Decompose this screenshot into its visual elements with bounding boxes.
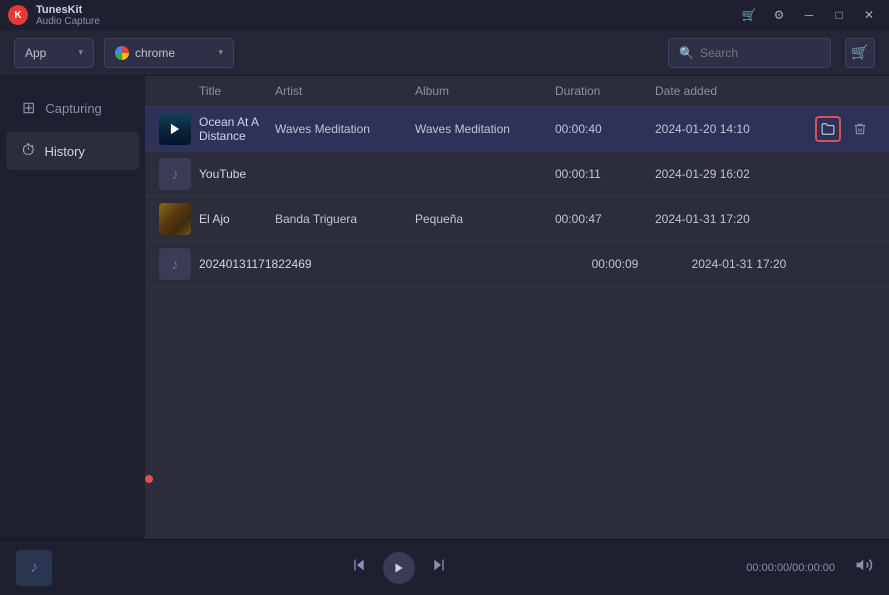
header-date-added: Date added — [655, 84, 815, 98]
play-overlay — [159, 113, 191, 145]
sidebar-item-capturing[interactable]: ⊞ Capturing — [6, 88, 139, 128]
row1-title-cell — [159, 113, 199, 145]
source-label: App — [25, 46, 46, 60]
settings-icon[interactable]: ⚙ — [767, 6, 791, 24]
table-body: Ocean At A Distance Waves Meditation Wav… — [145, 107, 889, 539]
row3-title-cell — [159, 203, 199, 235]
source-chevron: ▾ — [78, 47, 83, 58]
cart-icon[interactable]: 🛒 — [737, 6, 761, 24]
row2-title-cell: ♪ — [159, 158, 199, 190]
row4-title: 20240131171822469 — [199, 257, 312, 271]
sidebar-item-history[interactable]: ⏱ History — [6, 132, 139, 170]
history-icon: ⏱ — [22, 142, 34, 160]
chrome-icon — [115, 46, 129, 60]
purchase-button[interactable]: 🛒 — [845, 38, 875, 68]
volume-button[interactable] — [855, 556, 873, 579]
open-folder-button[interactable] — [815, 116, 841, 142]
delete-button[interactable] — [847, 116, 873, 142]
row2-title: YouTube — [199, 167, 275, 181]
next-button[interactable] — [431, 557, 447, 578]
player-bar: ♪ 00:00:00/00:00:00 — [0, 539, 889, 595]
row3-duration: 00:00:47 — [555, 212, 655, 226]
row1-actions — [815, 116, 875, 142]
search-input[interactable] — [700, 46, 820, 60]
table-row[interactable]: Ocean At A Distance Waves Meditation Wav… — [145, 107, 889, 152]
row3-title: El Ajo — [199, 212, 275, 226]
app-logo: K — [8, 5, 28, 25]
player-thumbnail: ♪ — [16, 550, 52, 586]
sidebar: ⊞ Capturing ⏱ History — [0, 76, 145, 539]
toolbar: App ▾ chrome ▾ 🔍 🛒 — [0, 30, 889, 76]
browser-chevron: ▾ — [218, 47, 223, 58]
prev-button[interactable] — [351, 557, 367, 578]
table-header: Title Artist Album Duration Date added — [145, 76, 889, 107]
table-row[interactable]: ♪ YouTube 00:00:11 2024-01-29 16:02 — [145, 152, 889, 197]
scroll-position-indicator — [145, 475, 153, 483]
play-button[interactable] — [383, 552, 415, 584]
app-subtitle: Audio Capture — [36, 16, 100, 27]
capturing-icon: ⊞ — [22, 98, 35, 118]
player-music-icon: ♪ — [30, 559, 38, 577]
app-name: TunesKit — [36, 4, 100, 16]
row3-thumbnail — [159, 203, 191, 235]
row1-thumbnail — [159, 113, 191, 145]
row3-date: 2024-01-31 17:20 — [655, 212, 815, 226]
maximize-button[interactable]: □ — [827, 6, 851, 24]
row3-album: Pequeña — [415, 212, 555, 226]
browser-dropdown[interactable]: chrome ▾ — [104, 38, 234, 68]
row4-thumbnail: ♪ — [159, 248, 191, 280]
header-artist: Artist — [275, 84, 415, 98]
close-button[interactable]: ✕ — [857, 6, 881, 24]
music-note-icon: ♪ — [172, 166, 179, 182]
title-bar-controls: 🛒 ⚙ ─ □ ✕ — [737, 6, 881, 24]
row1-album: Waves Meditation — [415, 122, 555, 136]
sidebar-capturing-label: Capturing — [45, 101, 101, 116]
search-icon: 🔍 — [679, 46, 694, 60]
search-box[interactable]: 🔍 — [668, 38, 831, 68]
row4-title-cell: ♪ — [159, 248, 199, 280]
header-title: Title — [199, 84, 275, 98]
table-row[interactable]: El Ajo Banda Triguera Pequeña 00:00:47 2… — [145, 197, 889, 242]
browser-label: chrome — [135, 46, 175, 60]
row2-date: 2024-01-29 16:02 — [655, 167, 815, 181]
row4-date: 2024-01-31 17:20 — [692, 257, 852, 271]
row3-artist: Banda Triguera — [275, 212, 415, 226]
player-controls — [64, 552, 734, 584]
header-album: Album — [415, 84, 555, 98]
music-note-icon: ♪ — [172, 256, 179, 272]
row1-title: Ocean At A Distance — [199, 115, 275, 143]
table-row[interactable]: ♪ 20240131171822469 00:00:09 2024-01-31 … — [145, 242, 889, 287]
sidebar-history-label: History — [44, 144, 84, 159]
row1-duration: 00:00:40 — [555, 122, 655, 136]
minimize-button[interactable]: ─ — [797, 6, 821, 24]
title-bar-left: K TunesKit Audio Capture — [8, 4, 100, 27]
row4-duration: 00:00:09 — [592, 257, 692, 271]
time-display: 00:00:00/00:00:00 — [746, 562, 835, 574]
row2-thumbnail: ♪ — [159, 158, 191, 190]
main-layout: ⊞ Capturing ⏱ History Title Artist Album… — [0, 76, 889, 539]
row1-artist: Waves Meditation — [275, 122, 415, 136]
content-area: Title Artist Album Duration Date added — [145, 76, 889, 539]
title-bar: K TunesKit Audio Capture 🛒 ⚙ ─ □ ✕ — [0, 0, 889, 30]
row2-duration: 00:00:11 — [555, 167, 655, 181]
header-duration: Duration — [555, 84, 655, 98]
source-dropdown[interactable]: App ▾ — [14, 38, 94, 68]
row1-date: 2024-01-20 14:10 — [655, 122, 815, 136]
